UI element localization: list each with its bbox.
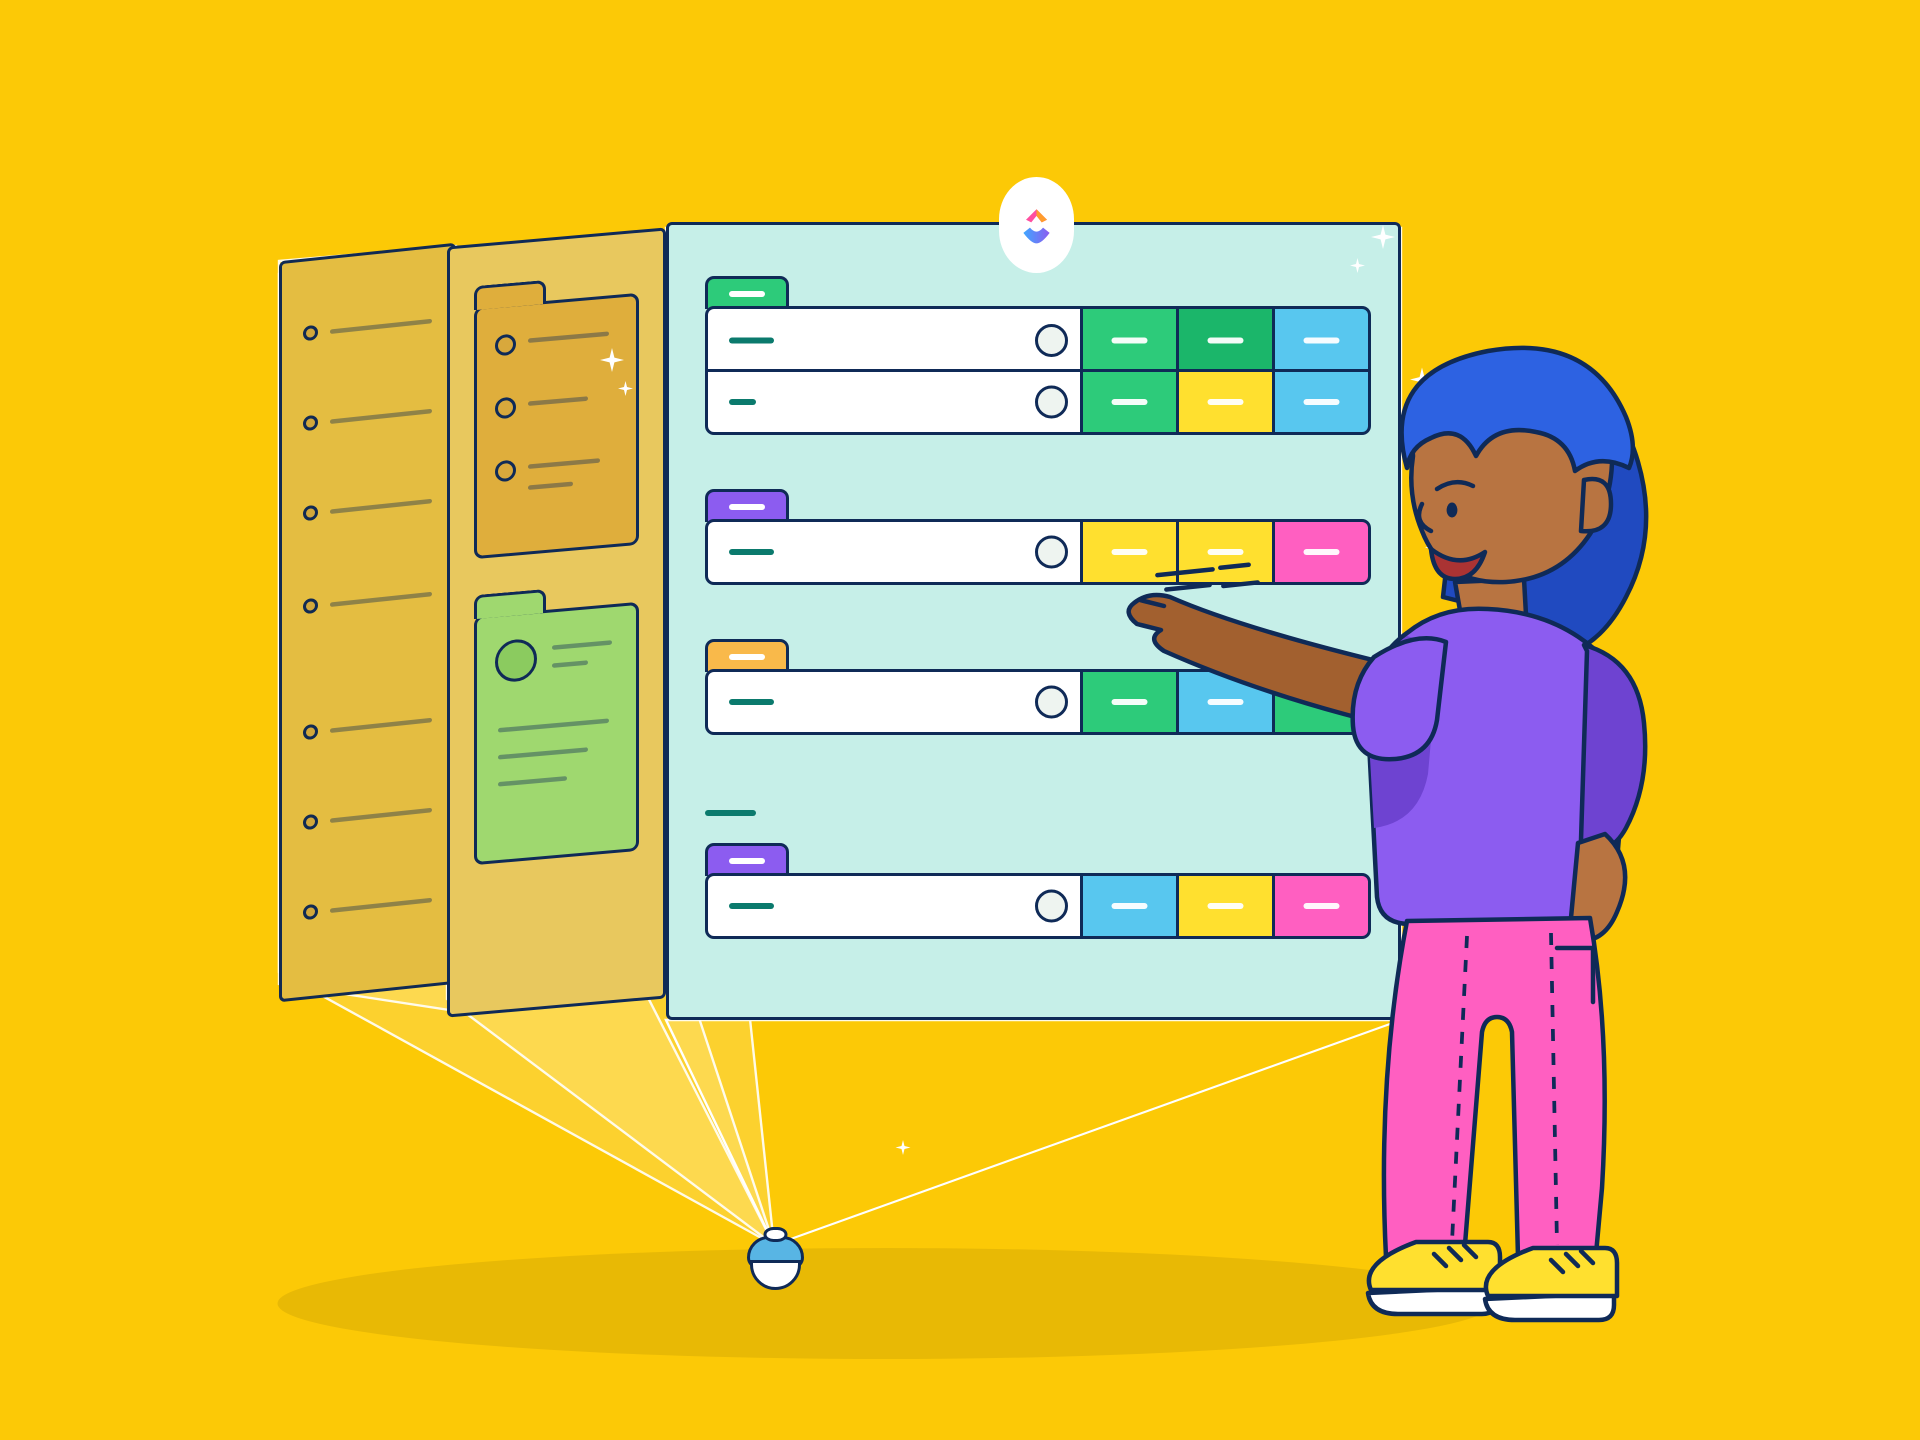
assignee-avatar-icon[interactable] [1035, 386, 1068, 419]
illustration-canvas: .ol { stroke:#0f2a57; stroke-width:3; st… [0, 0, 1920, 1440]
task-title-cell[interactable] [705, 669, 1083, 735]
status-cell[interactable] [1083, 306, 1179, 372]
kanban-panel-back [279, 243, 456, 1003]
group-tab-purple[interactable] [705, 489, 789, 522]
assignee-avatar-icon[interactable] [1035, 686, 1068, 719]
projector-icon [741, 1230, 810, 1290]
task-title-cell[interactable] [705, 306, 1083, 372]
assignee-avatar-icon[interactable] [1035, 324, 1068, 357]
group-tab-purple[interactable] [705, 843, 789, 876]
assignee-avatar-icon[interactable] [1035, 890, 1068, 923]
mid-card-a [474, 293, 639, 559]
clickup-logo-icon [999, 177, 1074, 273]
kanban-panel-mid [447, 227, 666, 1017]
status-cell[interactable] [1083, 873, 1179, 939]
task-title-cell[interactable] [705, 369, 1083, 435]
person-illustration: .ol { stroke:#0f2a57; stroke-width:3; st… [1230, 330, 1710, 1350]
mid-card-b [474, 602, 639, 865]
sparkle-icon [896, 1140, 911, 1155]
assignee-avatar-icon[interactable] [1035, 536, 1068, 569]
status-cell[interactable] [1083, 669, 1179, 735]
section-heading-line [705, 810, 756, 816]
group-tab-orange[interactable] [705, 639, 789, 672]
task-title-cell[interactable] [705, 873, 1083, 939]
task-title-cell[interactable] [705, 519, 1083, 585]
group-tab-green[interactable] [705, 276, 789, 309]
status-cell[interactable] [1083, 369, 1179, 435]
